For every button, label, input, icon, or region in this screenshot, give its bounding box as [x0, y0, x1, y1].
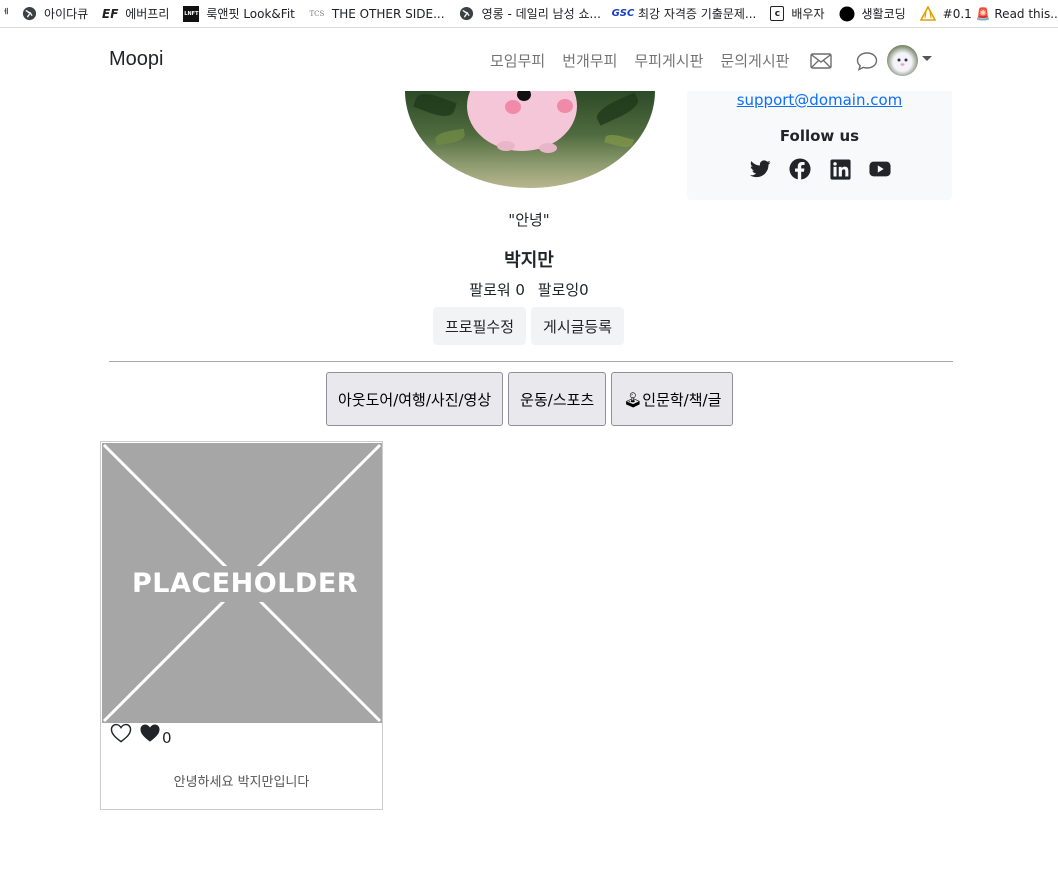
post-text: 안녕하세요 박지만입니다: [173, 775, 310, 790]
globe-icon: [459, 6, 475, 22]
bookmark-label: 배우자: [791, 7, 825, 21]
linkedin-icon[interactable]: [828, 157, 852, 181]
character-cheek: [505, 100, 521, 114]
post-image[interactable]: PLACEHOLDER: [102, 443, 382, 723]
photo-leaf-decoration: [434, 128, 466, 146]
category-sports-button[interactable]: 운동/스포츠: [508, 372, 607, 426]
profile-name: 박지만: [504, 250, 554, 271]
black-circle-icon: [839, 6, 855, 22]
social-links: [748, 157, 908, 181]
bookmark-cut-off[interactable]: ᅦ: [0, 5, 9, 22]
character-foot: [497, 141, 515, 151]
photo-leaf-decoration: [593, 92, 642, 126]
photo-leaf-decoration: [413, 91, 457, 121]
contact-card: support@domain.com Follow us: [687, 91, 952, 200]
mail-icon[interactable]: [809, 49, 833, 73]
bookmark-item[interactable]: TCS THE OTHER SIDE...: [309, 6, 445, 22]
bookmark-label: 에버프리: [125, 7, 170, 21]
new-post-button[interactable]: 게시글등록: [531, 307, 625, 345]
category-buttons: 아웃도어/여행/사진/영상 운동/스포츠 🕹인문학/책/글: [326, 372, 738, 426]
bookmark-label: #0.1 🚨 Read this...: [942, 6, 1058, 21]
bookmark-label: 최강 자격증 기출문제...: [637, 7, 757, 21]
bookmark-item[interactable]: c 배우자: [770, 5, 825, 22]
edit-profile-button[interactable]: 프로필수정: [433, 307, 527, 345]
followers-count[interactable]: 팔로워 0: [469, 281, 525, 299]
nav-link-board[interactable]: 무피게시판: [634, 50, 703, 71]
like-row: 0: [110, 723, 172, 747]
heart-filled-icon: [139, 723, 161, 747]
youtube-icon[interactable]: [868, 157, 892, 181]
nav-link-inquiry[interactable]: 문의게시판: [720, 50, 789, 71]
photo-leaf-decoration: [604, 132, 634, 150]
follow-us-heading: Follow us: [779, 127, 860, 145]
category-outdoor-button[interactable]: 아웃도어/여행/사진/영상: [326, 372, 504, 426]
character-foot: [539, 143, 557, 153]
avatar: [887, 45, 919, 76]
tcs-logo-icon: TCS: [309, 9, 325, 18]
profile-photo: [405, 91, 655, 188]
follow-stats: 팔로워 0 팔로잉0: [0, 279, 1058, 300]
warning-icon: [919, 6, 936, 22]
globe-icon: [21, 6, 37, 22]
character-cheek: [557, 99, 573, 113]
bookmark-label: 아이다큐: [44, 7, 89, 21]
bookmark-label: 룩앤핏 Look&Fit: [206, 7, 295, 21]
section-divider: [109, 361, 953, 362]
bookmark-item[interactable]: 영롱 - 데일리 남성 쇼...: [459, 5, 601, 22]
bookmarks-bar: ᅦ 아이다큐 EF 에버프리 LNFT 룩앤핏 Look&Fit TCS THE…: [0, 0, 1058, 28]
nav-link-moim[interactable]: 모임무피: [490, 50, 545, 71]
c-logo-icon: c: [770, 6, 785, 21]
ef-logo-icon: EF: [102, 6, 119, 21]
twitter-icon[interactable]: [748, 157, 772, 181]
gsc-logo-icon: GSC: [611, 8, 635, 19]
bookmark-item[interactable]: 아이다큐: [21, 5, 88, 22]
following-count[interactable]: 팔로잉0: [538, 281, 589, 299]
bookmark-label: 영롱 - 데일리 남성 쇼...: [481, 7, 601, 21]
bookmark-item[interactable]: 생활코딩: [839, 5, 906, 22]
nav-link-bungae[interactable]: 번개무피: [562, 50, 617, 71]
chevron-down-icon: [922, 56, 933, 61]
bookmark-item[interactable]: GSC 최강 자격증 기출문제...: [611, 5, 757, 22]
navbar: Moopi 모임무피 번개무피 무피게시판 문의게시판: [0, 29, 1058, 91]
facebook-icon[interactable]: [788, 157, 812, 181]
bookmark-label: THE OTHER SIDE...: [331, 6, 445, 21]
bookmark-item[interactable]: EF 에버프리: [102, 5, 169, 22]
nav-links: 모임무피 번개무피 무피게시판 문의게시판: [490, 45, 933, 76]
profile-actions: 프로필수정 게시글등록: [433, 307, 629, 345]
lnft-logo-icon: LNFT: [183, 5, 200, 22]
like-count: 0: [162, 729, 172, 747]
post-card[interactable]: PLACEHOLDER 0 안녕하세요 박지만입니다: [100, 441, 383, 810]
support-email-link[interactable]: support@domain.com: [687, 91, 952, 109]
brand-logo[interactable]: Moopi: [109, 48, 163, 71]
bookmark-item[interactable]: #0.1 🚨 Read this...: [919, 6, 1058, 22]
bookmark-item[interactable]: LNFT 룩앤핏 Look&Fit: [183, 5, 295, 22]
profile-status-message: "안녕": [508, 211, 550, 229]
category-humanities-button[interactable]: 🕹인문학/책/글: [611, 372, 734, 426]
placeholder-text: PLACEHOLDER: [132, 566, 358, 602]
profile-dropdown[interactable]: [887, 45, 933, 76]
chat-bubble-icon[interactable]: [855, 49, 879, 73]
bookmark-label: 생활코딩: [861, 7, 906, 21]
heart-outline-icon[interactable]: [110, 723, 132, 747]
